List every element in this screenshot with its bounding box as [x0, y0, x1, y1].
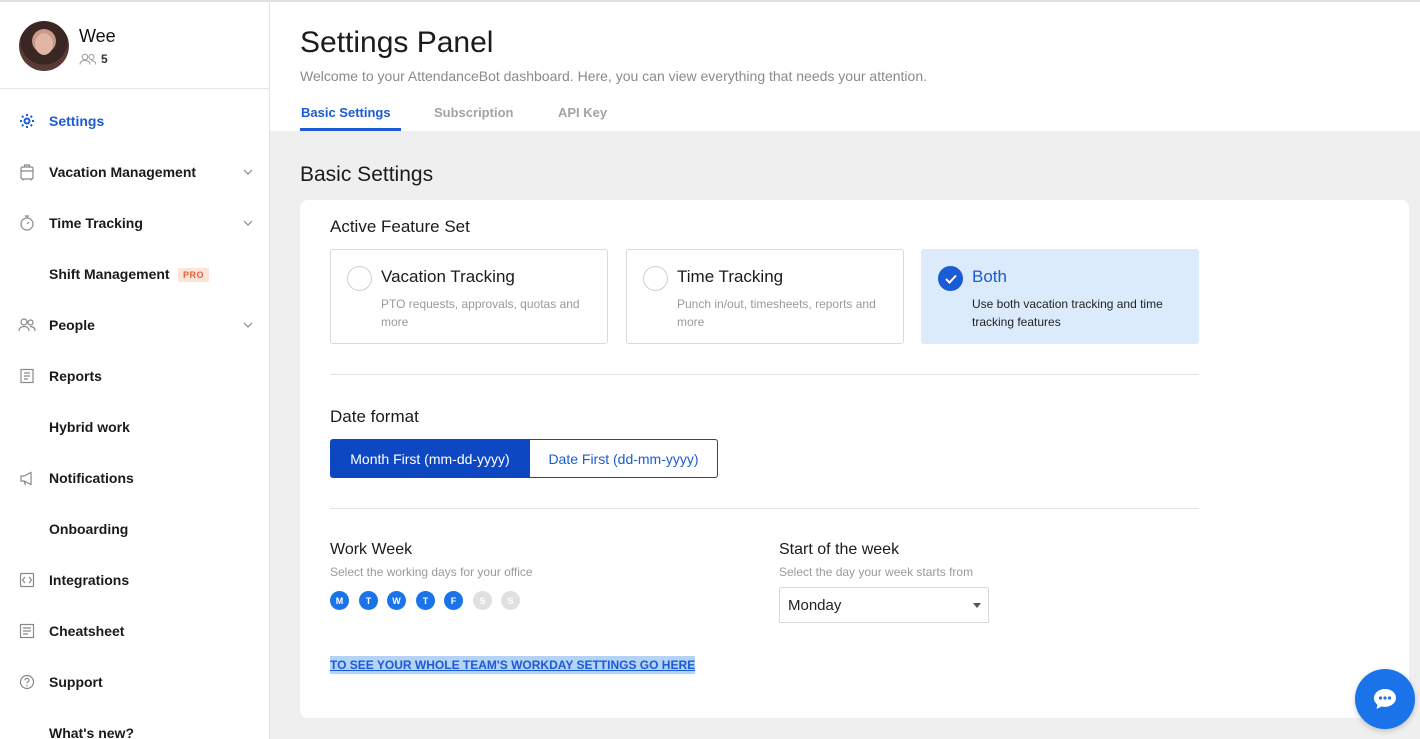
integrations-icon — [18, 571, 36, 589]
chevron-down-icon — [243, 322, 253, 328]
sidebar-item-label: People — [49, 317, 95, 333]
divider — [330, 374, 1199, 375]
radio-button-checked[interactable] — [938, 266, 963, 291]
sidebar-item-label: Hybrid work — [49, 419, 130, 435]
day-toggle-saturday[interactable]: S — [473, 591, 492, 610]
feature-set-label: Active Feature Set — [330, 217, 470, 236]
sidebar-item-label: Cheatsheet — [49, 623, 125, 639]
tab-api-key[interactable]: API Key — [558, 105, 607, 120]
people-icon — [18, 316, 36, 334]
avatar[interactable] — [19, 21, 69, 71]
team-workday-settings-link[interactable]: TO SEE YOUR WHOLE TEAM'S WORKDAY SETTING… — [330, 656, 696, 674]
settings-card: Active Feature Set Vacation Tracking PTO… — [300, 200, 1409, 718]
sidebar-item-onboarding[interactable]: Onboarding — [0, 509, 269, 549]
sidebar-item-label: Vacation Management — [49, 164, 197, 180]
feature-title: Time Tracking — [677, 267, 784, 286]
chat-button[interactable] — [1355, 669, 1415, 729]
page-subtitle: Welcome to your AttendanceBot dashboard.… — [300, 68, 928, 84]
tab-subscription[interactable]: Subscription — [434, 105, 513, 120]
sidebar-item-hybrid-work[interactable]: Hybrid work — [0, 407, 269, 447]
sidebar-item-label: Support — [49, 674, 103, 690]
sidebar-item-reports[interactable]: Reports — [0, 356, 269, 396]
megaphone-icon — [18, 469, 36, 487]
sidebar-item-label: Notifications — [49, 470, 134, 486]
feature-option-vacation-tracking[interactable]: Vacation Tracking PTO requests, approval… — [330, 249, 608, 344]
gear-icon — [18, 112, 36, 130]
work-week-subtext: Select the working days for your office — [330, 565, 533, 579]
sidebar-item-support[interactable]: Support — [0, 662, 269, 702]
checkmark-icon — [944, 274, 957, 284]
team-count: 5 — [79, 52, 108, 66]
feature-option-time-tracking[interactable]: Time Tracking Punch in/out, timesheets, … — [626, 249, 904, 344]
question-icon — [18, 673, 36, 691]
sidebar-item-label: Settings — [49, 113, 105, 129]
feature-title: Vacation Tracking — [381, 267, 515, 286]
week-start-subtext: Select the day your week starts from — [779, 565, 974, 579]
sidebar-item-label: Reports — [49, 368, 102, 384]
caret-down-icon — [973, 603, 981, 608]
month-first-button[interactable]: Month First (mm-dd-yyyy) — [330, 439, 530, 478]
day-toggle-tuesday[interactable]: T — [359, 591, 378, 610]
suitcase-icon — [18, 163, 36, 181]
week-start-value: Monday — [788, 597, 842, 614]
sidebar-item-label: What's new? — [49, 725, 134, 739]
sidebar-item-time-tracking[interactable]: Time Tracking — [0, 203, 269, 243]
tab-basic-settings[interactable]: Basic Settings — [301, 105, 391, 120]
work-week-label: Work Week — [330, 541, 413, 558]
day-toggle-monday[interactable]: M — [330, 591, 349, 610]
section-title: Basic Settings — [300, 163, 434, 186]
feature-description: Use both vacation tracking and time trac… — [972, 297, 1163, 329]
page-header: Settings Panel Welcome to your Attendanc… — [270, 0, 1420, 131]
week-start-select[interactable]: Monday — [779, 587, 989, 623]
main-content: Basic Settings Active Feature Set Vacati… — [270, 131, 1420, 739]
divider — [330, 508, 1199, 509]
chevron-down-icon — [243, 169, 253, 175]
sidebar-item-notifications[interactable]: Notifications — [0, 458, 269, 498]
chat-bubble-icon — [1374, 689, 1396, 709]
sidebar-item-label: Shift Management — [49, 266, 170, 282]
date-format-label: Date format — [330, 407, 419, 426]
profile-header: Wee 5 — [0, 2, 269, 89]
sidebar-item-cheatsheet[interactable]: Cheatsheet — [0, 611, 269, 651]
chevron-down-icon — [243, 220, 253, 226]
feature-option-both[interactable]: Both Use both vacation tracking and time… — [921, 249, 1199, 344]
week-start-label: Start of the week — [779, 541, 900, 558]
sidebar-item-label: Onboarding — [49, 521, 129, 537]
sidebar: Wee 5 Settings Vacation Management Time … — [0, 0, 270, 739]
day-toggle-thursday[interactable]: T — [416, 591, 435, 610]
radio-button[interactable] — [643, 266, 668, 291]
day-toggle-wednesday[interactable]: W — [387, 591, 406, 610]
feature-title: Both — [972, 267, 1007, 286]
pro-badge: PRO — [178, 268, 210, 282]
stopwatch-icon — [18, 214, 36, 232]
cheatsheet-icon — [18, 622, 36, 640]
sidebar-item-vacation-management[interactable]: Vacation Management — [0, 152, 269, 192]
report-icon — [18, 367, 36, 385]
profile-name: Wee — [79, 26, 116, 46]
page-title: Settings Panel — [300, 26, 494, 59]
sidebar-item-shift-management[interactable]: Shift Management PRO — [0, 254, 269, 294]
sidebar-item-label: Integrations — [49, 572, 130, 588]
sidebar-item-label: Time Tracking — [49, 215, 143, 231]
sidebar-item-settings[interactable]: Settings — [0, 101, 269, 141]
sidebar-item-people[interactable]: People — [0, 305, 269, 345]
people-icon — [79, 53, 97, 65]
day-toggle-sunday[interactable]: S — [501, 591, 520, 610]
team-count-value: 5 — [101, 52, 108, 66]
feature-description: Punch in/out, timesheets, reports and mo… — [677, 297, 876, 329]
day-toggle-friday[interactable]: F — [444, 591, 463, 610]
date-first-button[interactable]: Date First (dd-mm-yyyy) — [529, 439, 718, 478]
feature-description: PTO requests, approvals, quotas and more — [381, 297, 580, 329]
sidebar-item-integrations[interactable]: Integrations — [0, 560, 269, 600]
sidebar-item-whats-new[interactable]: What's new? — [0, 713, 269, 739]
radio-button[interactable] — [347, 266, 372, 291]
